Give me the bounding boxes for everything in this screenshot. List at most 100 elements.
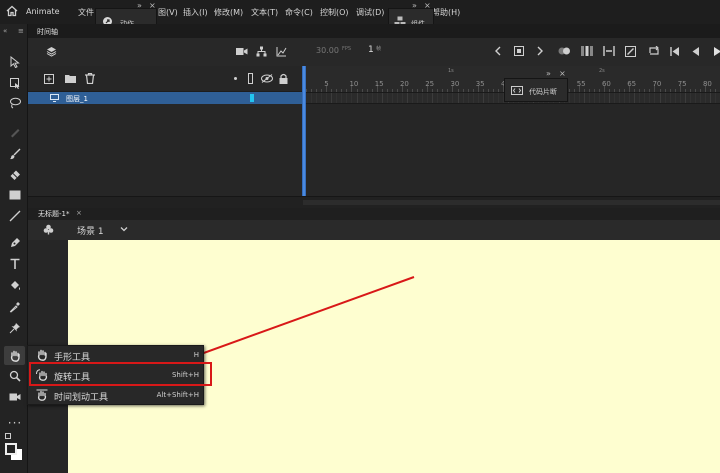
outline-toggle-icon[interactable] [248,73,253,84]
visibility-icon[interactable] [261,74,273,83]
line-icon[interactable] [7,208,23,224]
next-keyframe-icon[interactable] [536,46,544,56]
frame-cell-divider [639,93,641,103]
edit-multiple-frames-icon[interactable] [581,46,593,56]
add-layer-icon[interactable] [44,74,54,84]
folder-icon[interactable] [65,74,76,83]
frame-cell-divider [664,93,666,103]
menu-insert[interactable]: 插入(I) [183,7,208,18]
timeline-toolbar: 30.00 FPS 1 帧 [28,38,720,66]
menu-modify[interactable]: 修改(M) [214,7,243,18]
onion-skin-icon[interactable] [558,46,571,56]
pin-icon[interactable] [7,320,23,336]
more-icon[interactable]: ··· [7,415,23,431]
timeline-tab[interactable]: 时间轴 [37,27,58,37]
layer-row[interactable]: 图层_1 [28,92,302,104]
insert-keyframe-icon[interactable] [514,46,524,56]
layer-parenting-icon[interactable] [256,46,267,57]
layer-list-empty [28,104,302,196]
timeline-scrollbar[interactable] [28,196,720,208]
menu-file[interactable]: 文件 [78,7,94,18]
menu-control[interactable]: 控制(O) [320,7,349,18]
menu-commands[interactable]: 命令(C) [285,7,313,18]
frame-cell-divider [624,93,626,103]
panel-collapse-icon[interactable]: » [412,1,417,10]
selection-icon[interactable] [7,54,23,70]
ruler-frame-label: 30 [450,80,460,88]
step-back-icon[interactable] [691,47,700,56]
frame-cell-divider [401,93,403,103]
flyout-item-time-scrub-tool[interactable]: 时间划动工具 Alt+Shift+H [30,386,203,405]
fps-value[interactable]: 30.00 [316,46,339,55]
ruler-frame-label: 20 [399,80,409,88]
frame-cell-divider [326,93,328,103]
frame-cell-divider [321,93,323,103]
frame-value[interactable]: 1 [368,45,374,55]
frame-cell-divider [669,93,671,103]
eraser-icon[interactable] [7,167,23,183]
close-icon[interactable]: × [559,69,566,78]
eyedropper-icon[interactable] [7,299,23,315]
graph-icon[interactable] [276,46,287,57]
delete-icon[interactable] [85,73,95,84]
scene-label[interactable]: 场景 1 [77,224,104,237]
panel-collapse-icon[interactable]: » [137,1,142,10]
swap-colors-icon[interactable] [5,433,11,439]
frame-range-icon[interactable] [603,46,615,56]
hand-icon[interactable] [4,346,25,365]
menu-debug[interactable]: 调试(D) [356,7,384,18]
zoom-icon[interactable] [7,368,23,384]
chevron-down-icon[interactable] [120,227,128,232]
fps-unit: FPS [342,46,352,52]
loop-icon[interactable] [648,46,660,56]
panel-collapse-icon[interactable]: » [546,69,551,78]
layer-color-marker[interactable] [250,94,254,102]
paint-bucket-icon[interactable] [7,277,23,293]
code-snippets-panel[interactable]: 代码片断 [504,78,568,102]
timeline-scroll-thumb[interactable] [303,200,720,205]
lock-icon[interactable] [279,73,288,84]
frame-cell-divider [593,93,595,103]
text-icon[interactable] [7,256,23,272]
camera-icon[interactable] [7,389,23,405]
document-tab-bar: 无标题-1* × [28,208,720,220]
play-icon[interactable] [713,47,720,56]
frame-cell-divider [457,93,459,103]
ruler-frame-label: 70 [652,80,662,88]
layer-icon [50,94,59,102]
close-icon[interactable]: × [424,1,431,10]
layer-name[interactable]: 图层_1 [66,94,88,104]
flyout-item-name: 时间划动工具 [54,393,109,403]
panel-menu-icon[interactable]: ≡ [18,27,24,35]
document-tab[interactable]: 无标题-1* [38,209,69,219]
frame-cell-divider [654,93,656,103]
motion-editor-icon[interactable] [625,46,636,57]
close-icon[interactable]: × [149,1,156,10]
frame-cell-divider [689,93,691,103]
stroke-fill-icon[interactable] [5,443,24,462]
time-scrub-icon [36,389,48,401]
frame-cell-divider [396,93,398,103]
go-to-first-frame-icon[interactable] [670,47,680,56]
hand-icon [36,349,48,361]
frame-cell-divider [704,93,706,103]
highlight-dot-icon[interactable] [234,77,237,80]
edit-symbols-icon[interactable] [43,224,54,235]
brush-icon[interactable] [7,146,23,162]
menu-help[interactable]: 帮助(H) [432,7,460,18]
camera-icon[interactable] [236,47,248,56]
previous-keyframe-icon[interactable] [494,46,502,56]
frame-cell-divider [614,93,616,103]
home-icon[interactable] [6,5,18,17]
ruler-frame-label: 65 [627,80,637,88]
lasso-icon[interactable] [7,95,23,111]
free-transform-icon[interactable] [7,75,23,91]
menu-view[interactable]: 图(V) [158,7,178,18]
layers-icon[interactable] [46,46,57,57]
menu-text[interactable]: 文本(T) [251,7,278,18]
collapse-icon[interactable]: « [3,27,7,35]
rectangle-icon[interactable] [7,187,23,203]
pen-icon[interactable] [7,235,23,251]
frame-cell-divider [674,93,676,103]
close-icon[interactable]: × [76,209,82,217]
